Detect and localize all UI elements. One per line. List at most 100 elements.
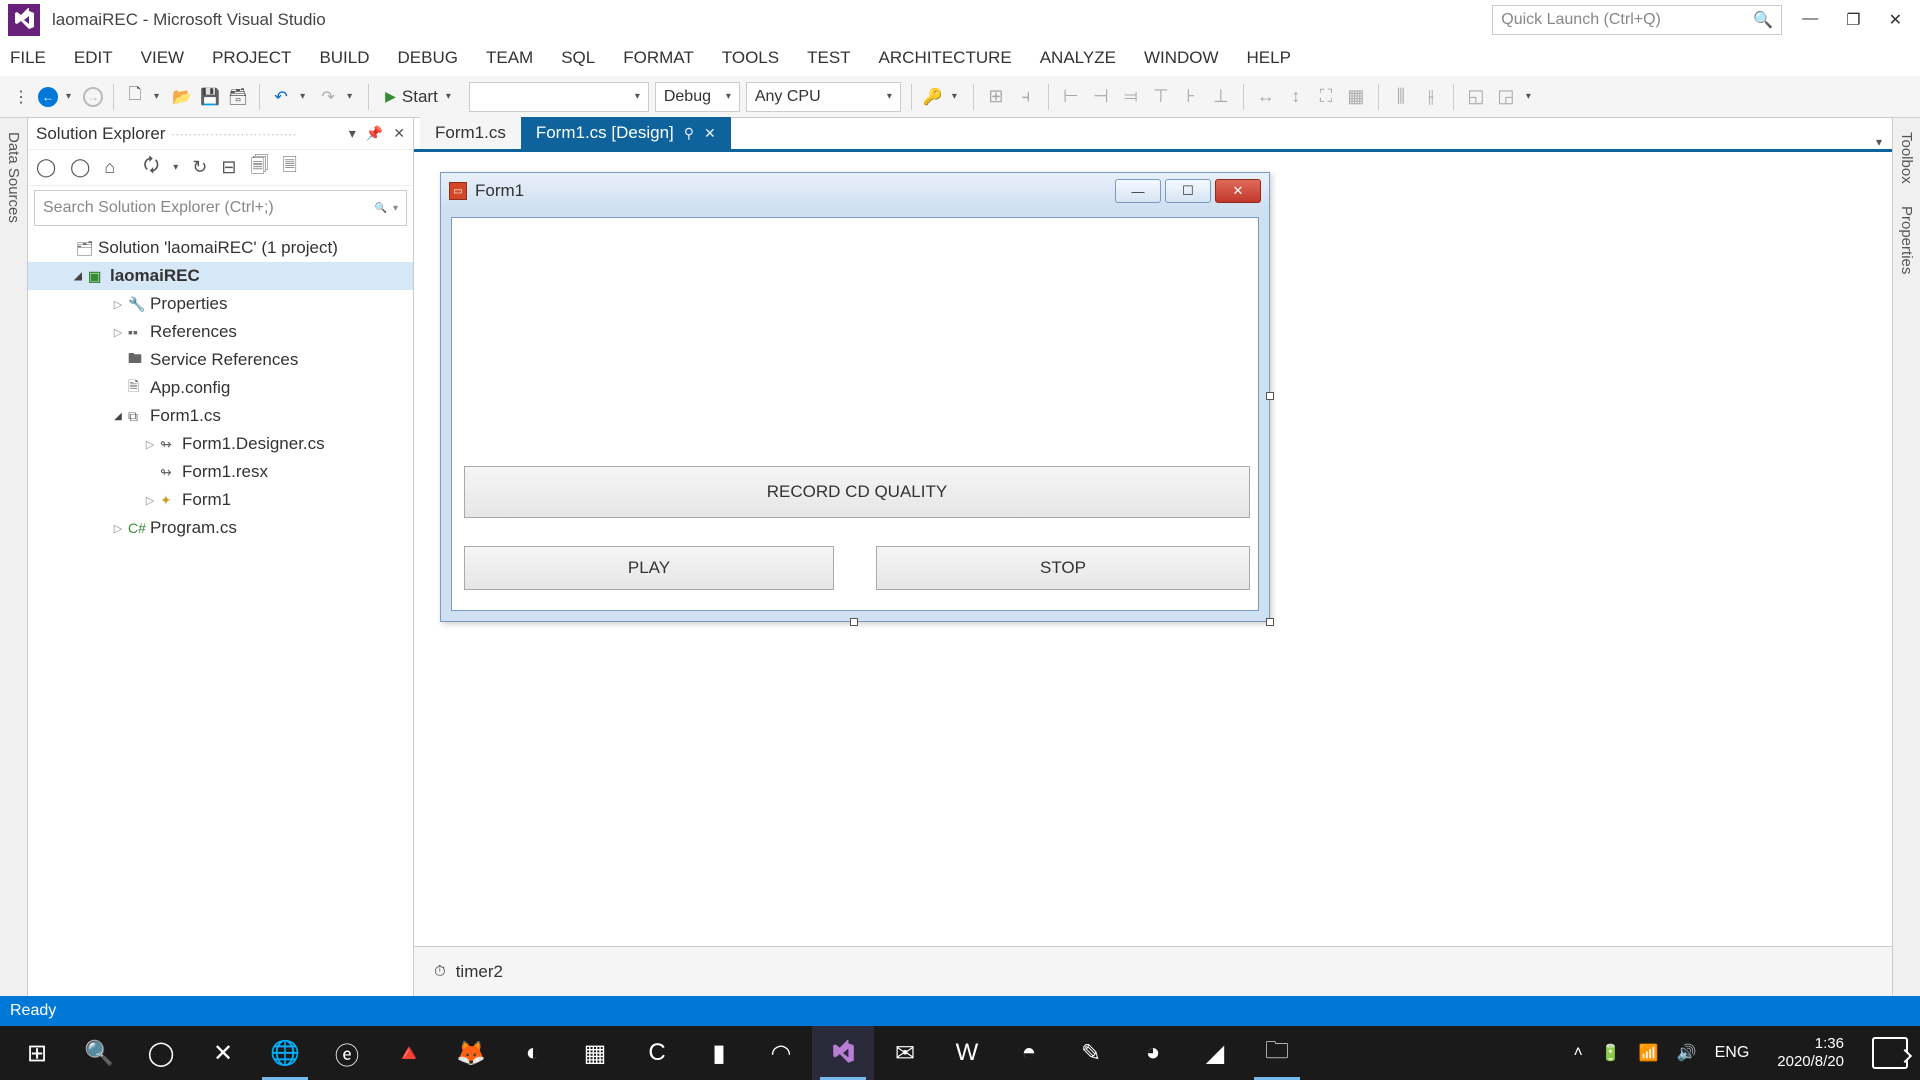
taskbar-app-5[interactable]: ◓ <box>998 1026 1060 1080</box>
cortana-button[interactable]: ◯ <box>130 1026 192 1080</box>
menu-edit[interactable]: EDIT <box>74 48 113 68</box>
platform-combo[interactable]: Any CPU▾ <box>746 82 901 112</box>
visual-studio-icon[interactable] <box>812 1026 874 1080</box>
panel-menu-icon[interactable]: ▾ <box>349 125 356 142</box>
align-tops-icon[interactable]: ⊤ <box>1149 85 1173 109</box>
same-size-icon[interactable]: ⛶ <box>1314 85 1338 109</box>
search-button[interactable]: 🔍 <box>68 1026 130 1080</box>
terminal-icon[interactable]: ▮ <box>688 1026 750 1080</box>
firefox-icon[interactable]: 🦊 <box>440 1026 502 1080</box>
nav-forward-button[interactable]: → <box>83 87 103 107</box>
open-file-icon[interactable]: 📂 <box>171 86 193 108</box>
menu-architecture[interactable]: ARCHITECTURE <box>879 48 1012 68</box>
chevron-down-icon[interactable]: ▾ <box>1526 91 1531 102</box>
chevron-down-icon[interactable]: ▾ <box>154 91 159 102</box>
tab-close-icon[interactable]: ✕ <box>704 125 716 142</box>
taskbar-app-3[interactable]: ▦ <box>564 1026 626 1080</box>
align-centers-icon[interactable]: ⊣ <box>1089 85 1113 109</box>
menu-sql[interactable]: SQL <box>561 48 595 68</box>
find-icon[interactable]: 🔑 <box>922 86 944 108</box>
play-button[interactable]: PLAY <box>464 546 834 590</box>
taskbar-app-1[interactable]: ✕ <box>192 1026 254 1080</box>
align-bottoms-icon[interactable]: ⊥ <box>1209 85 1233 109</box>
menu-project[interactable]: PROJECT <box>212 48 291 68</box>
align-left-icon[interactable]: ⫞ <box>1014 85 1038 109</box>
pin-icon[interactable]: ⚲ <box>684 125 694 142</box>
align-middles-icon[interactable]: ⊦ <box>1179 85 1203 109</box>
project-node[interactable]: ▣laomaiREC <box>28 262 413 290</box>
menu-tools[interactable]: TOOLS <box>722 48 779 68</box>
show-all-icon[interactable]: 🗐 <box>250 153 268 183</box>
quick-launch-input[interactable]: Quick Launch (Ctrl+Q) 🔍 <box>1492 5 1782 35</box>
bring-front-icon[interactable]: ◱ <box>1464 85 1488 109</box>
solution-search-input[interactable]: Search Solution Explorer (Ctrl+;) 🔍▾ <box>34 190 407 226</box>
timer-component[interactable]: timer2 <box>456 962 503 982</box>
properties-node[interactable]: 🔧Properties <box>28 290 413 318</box>
references-node[interactable]: ▪▪References <box>28 318 413 346</box>
panel-close-icon[interactable]: ✕ <box>393 125 405 142</box>
chevron-down-icon[interactable]: ▾ <box>173 162 178 173</box>
pin-icon[interactable]: 📌 <box>366 125 383 142</box>
record-button[interactable]: RECORD CD QUALITY <box>464 466 1250 518</box>
tray-overflow-icon[interactable]: ˄ <box>1573 1044 1582 1062</box>
design-surface[interactable]: ▭ Form1 — ☐ ✕ RECORD CD QUALITY PLAY STO… <box>414 152 1892 946</box>
data-sources-tab[interactable]: Data Sources <box>5 126 22 229</box>
form1resx-node[interactable]: ↬Form1.resx <box>28 458 413 486</box>
edge-icon[interactable]: ◕ <box>1122 1026 1184 1080</box>
same-width-icon[interactable]: ↔ <box>1254 85 1278 109</box>
tab-overflow-icon[interactable]: ▾ <box>1876 135 1882 149</box>
new-project-icon[interactable]: 🗋 <box>124 86 146 108</box>
menu-debug[interactable]: DEBUG <box>398 48 458 68</box>
hspace-equal-icon[interactable]: ⫼ <box>1389 85 1413 109</box>
appconfig-node[interactable]: 🗎App.config <box>28 374 413 402</box>
chevron-down-icon[interactable]: ▾ <box>300 91 305 102</box>
form1cs-node[interactable]: ⧉Form1.cs <box>28 402 413 430</box>
word-icon[interactable]: W <box>936 1026 998 1080</box>
menu-window[interactable]: WINDOW <box>1144 48 1219 68</box>
nav-back-button[interactable]: ← <box>38 87 58 107</box>
winforms-form[interactable]: ▭ Form1 — ☐ ✕ RECORD CD QUALITY PLAY STO… <box>440 172 1270 622</box>
forward-icon[interactable]: ◯ <box>70 157 90 178</box>
clock[interactable]: 1:36 2020/8/20 <box>1767 1035 1854 1071</box>
panel-control[interactable] <box>464 224 1250 456</box>
align-lefts-icon[interactable]: ⊢ <box>1059 85 1083 109</box>
menu-build[interactable]: BUILD <box>319 48 369 68</box>
minimize-button[interactable]: — <box>1802 10 1818 30</box>
start-menu-button[interactable]: ⊞ <box>6 1026 68 1080</box>
menu-format[interactable]: FORMAT <box>623 48 694 68</box>
taskbar-app-2[interactable]: ◐ <box>502 1026 564 1080</box>
ie-icon[interactable]: ⓔ <box>316 1026 378 1080</box>
back-icon[interactable]: ◯ <box>36 157 56 178</box>
menu-test[interactable]: TEST <box>807 48 850 68</box>
vspace-equal-icon[interactable]: ⫲ <box>1419 85 1443 109</box>
solution-node[interactable]: 🗂Solution 'laomaiREC' (1 project) <box>28 234 413 262</box>
form1class-node[interactable]: ✦Form1 <box>28 486 413 514</box>
undo-icon[interactable]: ↶ <box>270 86 292 108</box>
same-height-icon[interactable]: ↕ <box>1284 85 1308 109</box>
service-references-node[interactable]: 🖿Service References <box>28 346 413 374</box>
refresh-icon[interactable]: ↻ <box>192 157 207 178</box>
notifications-icon[interactable] <box>1872 1037 1908 1069</box>
chrome-icon[interactable]: 🌐 <box>254 1026 316 1080</box>
properties-icon[interactable]: 🗏 <box>282 153 296 183</box>
properties-tab[interactable]: Properties <box>1898 200 1915 280</box>
config-combo[interactable]: Debug▾ <box>655 82 740 112</box>
programcs-node[interactable]: C#Program.cs <box>28 514 413 542</box>
tab-form1cs[interactable]: Form1.cs <box>420 117 521 149</box>
chevron-down-icon[interactable]: ▾ <box>952 91 957 102</box>
resize-handle-right[interactable] <box>1266 392 1274 400</box>
taskbar-app-4[interactable]: C <box>626 1026 688 1080</box>
outlook-icon[interactable]: ✉ <box>874 1026 936 1080</box>
taskbar-app-7[interactable]: ◢ <box>1184 1026 1246 1080</box>
language-indicator[interactable]: ENG <box>1715 1044 1750 1062</box>
size-to-grid-icon[interactable]: ▦ <box>1344 85 1368 109</box>
chevron-down-icon[interactable]: ▾ <box>66 91 71 102</box>
collapse-icon[interactable]: ⊟ <box>221 157 236 178</box>
menu-view[interactable]: VIEW <box>141 48 184 68</box>
eclipse-icon[interactable]: ◠ <box>750 1026 812 1080</box>
wifi-icon[interactable]: 📶 <box>1639 1043 1659 1063</box>
redo-icon[interactable]: ↷ <box>317 86 339 108</box>
resize-handle-corner[interactable] <box>1266 618 1274 626</box>
restore-button[interactable]: ❐ <box>1846 10 1860 30</box>
close-button[interactable]: ✕ <box>1889 10 1902 30</box>
